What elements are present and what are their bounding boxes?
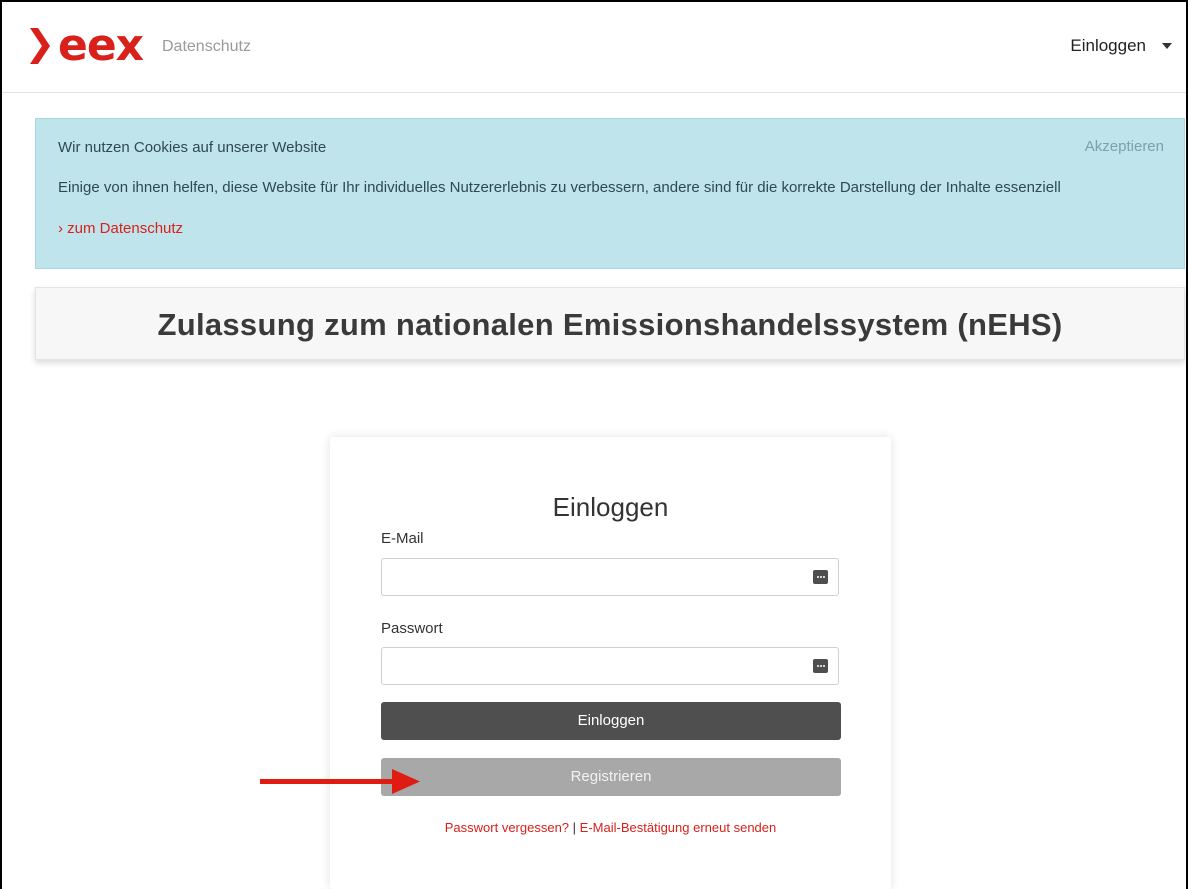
top-navbar: eex Datenschutz Einloggen xyxy=(2,2,1186,93)
cookie-banner: Wir nutzen Cookies auf unserer Website A… xyxy=(35,118,1185,269)
resend-confirmation-link[interactable]: E-Mail-Bestätigung erneut senden xyxy=(580,820,777,835)
page-title: Zulassung zum nationalen Emissionshandel… xyxy=(157,307,1063,342)
cookie-banner-text: Einige von ihnen helfen, diese Website f… xyxy=(58,179,1061,196)
login-heading: Einloggen xyxy=(552,492,669,522)
password-manager-icon[interactable] xyxy=(813,659,828,673)
forgot-password-link[interactable]: Passwort vergessen? xyxy=(445,820,569,835)
eex-logo[interactable]: eex xyxy=(30,20,144,71)
cookie-accept-button[interactable]: Akzeptieren xyxy=(1085,138,1164,155)
helper-links: Passwort vergessen? | E-Mail-Bestätigung… xyxy=(330,820,891,835)
red-arrow-icon xyxy=(260,769,420,794)
email-field[interactable] xyxy=(381,558,839,596)
page-title-panel: Zulassung zum nationalen Emissionshandel… xyxy=(35,287,1185,360)
password-input[interactable] xyxy=(382,648,802,682)
logo-text: eex xyxy=(58,20,144,71)
privacy-policy-link[interactable]: › zum Datenschutz xyxy=(58,220,183,237)
login-card: Einloggen E-Mail Passwort Einloggen Regi… xyxy=(330,437,891,889)
email-input[interactable] xyxy=(382,559,802,593)
register-button[interactable]: Registrieren xyxy=(381,758,841,796)
login-dropdown-label: Einloggen xyxy=(1070,36,1146,55)
chevron-logo-icon xyxy=(30,28,50,64)
password-label: Passwort xyxy=(381,620,443,637)
password-field[interactable] xyxy=(381,647,839,685)
login-button[interactable]: Einloggen xyxy=(381,702,841,740)
password-manager-icon[interactable] xyxy=(813,570,828,584)
cookie-banner-title: Wir nutzen Cookies auf unserer Website xyxy=(58,139,327,156)
login-dropdown-toggle[interactable]: Einloggen xyxy=(1070,36,1172,56)
page: eex Datenschutz Einloggen Wir nutzen Coo… xyxy=(0,0,1188,889)
link-separator: | xyxy=(572,820,577,835)
nav-link-datenschutz[interactable]: Datenschutz xyxy=(162,38,251,56)
caret-down-icon xyxy=(1162,43,1172,49)
email-label: E-Mail xyxy=(381,530,424,547)
